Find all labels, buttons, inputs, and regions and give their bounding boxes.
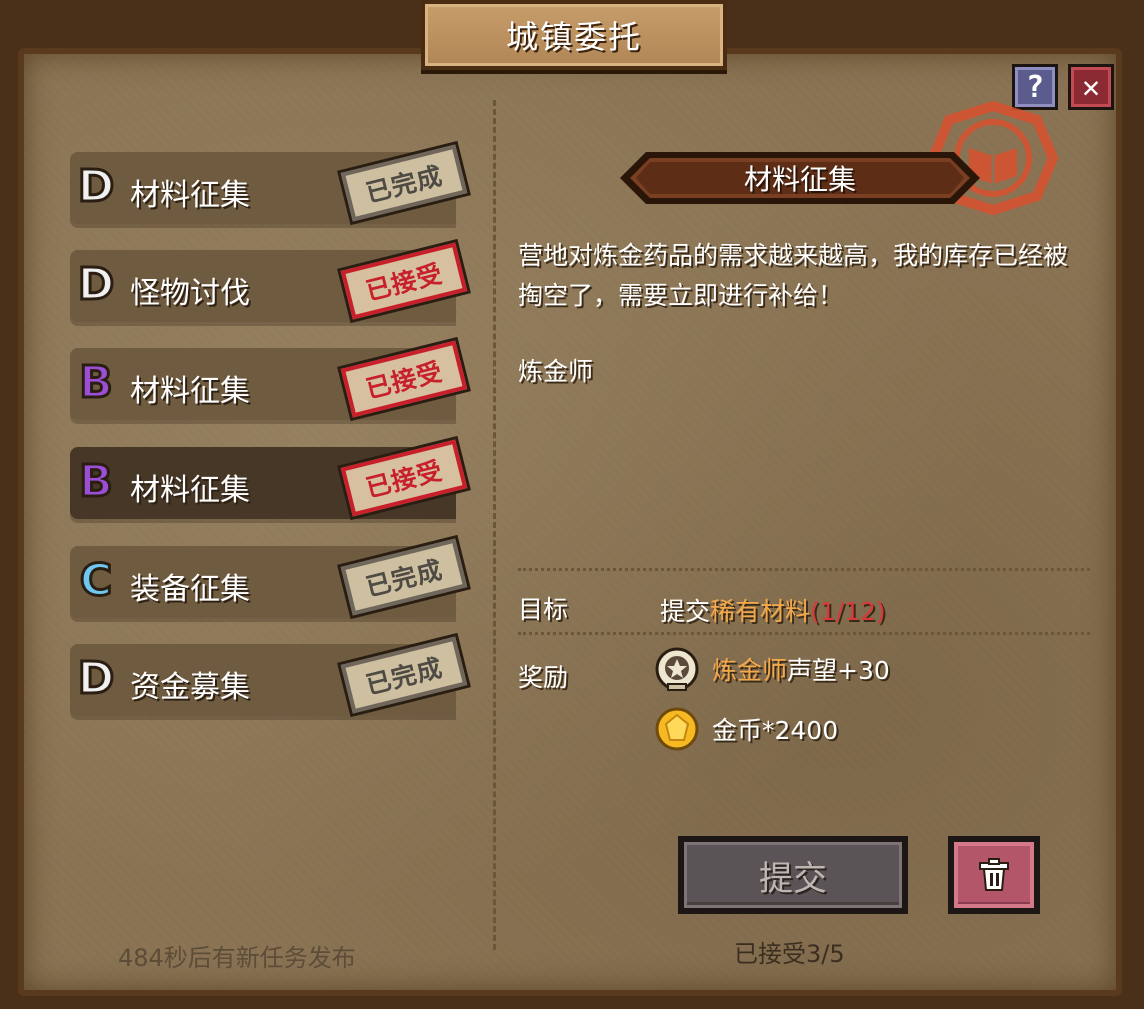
reward-gold: 金币*2400 [654,704,838,754]
quest-item-selected[interactable]: B 材料征集 已接受 [70,439,468,519]
trash-icon [979,858,1009,891]
accepted-count: 已接受3/5 [734,940,845,968]
objective-item: 稀有材料 [710,597,811,626]
objective-prefix: 提交 [660,597,711,626]
quest-name: 材料征集 [130,178,250,213]
grade-badge: D [76,258,116,311]
window-title: 城镇委托 [421,0,727,70]
quest-description: 营地对炼金药品的需求越来越高，我的库存已经被掏空了，需要立即进行补给！ [518,241,1069,310]
objective-text: 提交稀有材料(1/12) [660,592,886,628]
reward-label: 奖励 [518,663,569,692]
objective-progress: (1/12) [810,597,886,626]
quest-item[interactable]: C 装备征集 已完成 [70,538,468,618]
grade-badge: B [78,455,115,508]
objective-label: 目标 [518,595,569,624]
gold-coin-icon [655,707,699,751]
quest-name: 资金募集 [130,670,250,705]
reward-highlight: 炼金师 [712,656,788,685]
quest-name: 怪物讨伐 [130,276,250,311]
panel-divider [493,100,496,950]
quest-item[interactable]: D 材料征集 已完成 [70,144,468,224]
status-stamp: 已完成 [340,636,468,714]
quest-name: 材料征集 [130,473,250,508]
detail-title: 材料征集 [743,163,856,196]
status-stamp: 已接受 [340,242,468,320]
grade-badge: C [78,554,113,607]
new-quest-timer: 484秒后有新任务发布 [118,944,356,972]
quest-giver: 炼金师 [518,357,594,386]
divider [518,568,1090,571]
reward-text: 声望+30 [787,656,890,685]
status-stamp: 已接受 [340,340,468,418]
grade-badge: D [76,160,116,213]
submit-label: 提交 [684,842,902,908]
grade-badge: B [78,356,115,409]
submit-button[interactable]: 提交 [678,836,908,914]
status-stamp: 已接受 [340,439,468,517]
close-icon: ✕ [1081,69,1101,105]
quest-item[interactable]: D 怪物讨伐 已接受 [70,242,468,322]
quest-name: 材料征集 [130,374,250,409]
abandon-quest-button[interactable] [948,836,1040,914]
reward-text: 金币*2400 [712,716,839,745]
quest-item[interactable]: D 资金募集 已完成 [70,636,468,716]
reward-reputation: 炼金师声望+30 [654,644,890,694]
reputation-medal-icon [655,647,699,691]
quest-name: 装备征集 [130,572,250,607]
grade-badge: D [76,652,116,705]
quest-item[interactable]: B 材料征集 已接受 [70,340,468,420]
close-button[interactable]: ✕ [1068,64,1114,110]
divider [518,632,1090,635]
status-stamp: 已完成 [340,538,468,616]
status-stamp: 已完成 [340,144,468,222]
